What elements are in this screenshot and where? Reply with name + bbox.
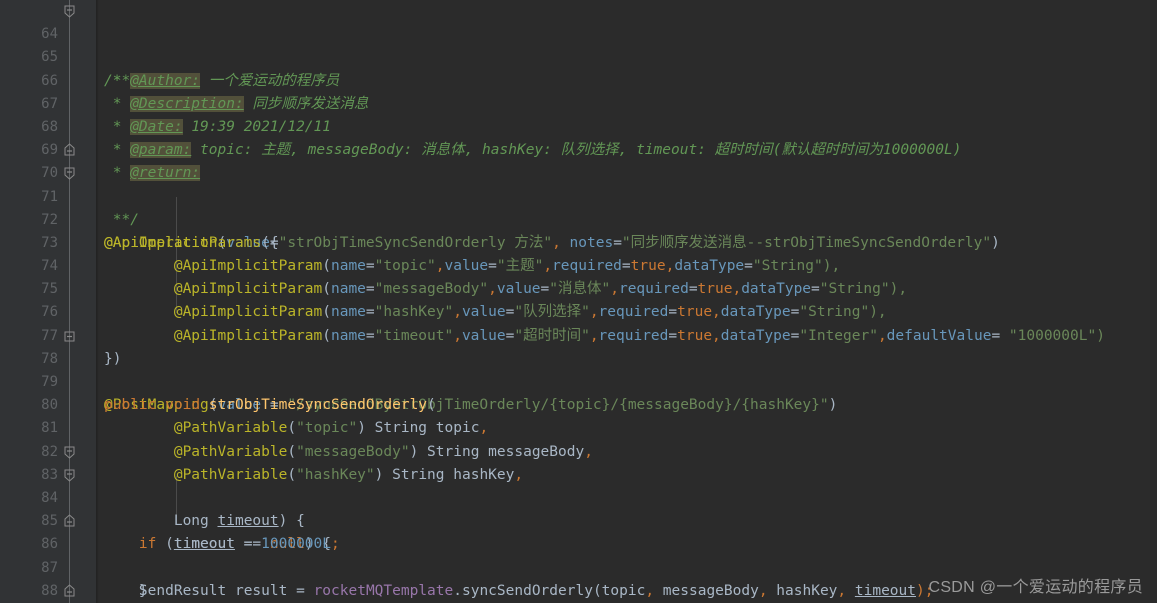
code-line[interactable]: 68 * @param: topic: 主题, messageBody: 消息体… bbox=[0, 93, 1157, 159]
fold-marker-single[interactable] bbox=[62, 329, 77, 344]
fold-marker-end[interactable] bbox=[62, 514, 77, 529]
code-line[interactable]: 81 @PathVariable("messageBody") String m… bbox=[0, 394, 1157, 459]
code-editor[interactable]: 64 /** 65 * @Author: 一个爱运动的程序员 66 * @Des… bbox=[0, 0, 1157, 603]
fold-marker-end[interactable] bbox=[62, 584, 77, 599]
code-line[interactable]: 85 timeout = 1000000L; bbox=[0, 487, 1157, 552]
code-line[interactable]: 75 @ApiImplicitParam(name="hashKey",valu… bbox=[0, 255, 1157, 320]
code-line[interactable]: 72 @ApiImplicitParams({ bbox=[0, 186, 1157, 251]
code-line[interactable]: 87 SendResult result = rocketMQTemplate.… bbox=[0, 533, 1157, 599]
code-line[interactable]: 69 * @return: bbox=[0, 116, 1157, 182]
code-line[interactable]: 77 }) bbox=[0, 301, 1157, 367]
code-line[interactable]: 84 if (timeout == null) { bbox=[0, 464, 1157, 552]
code-line[interactable]: 70 **/ bbox=[0, 139, 1157, 228]
fold-marker-end[interactable] bbox=[62, 445, 77, 460]
code-line[interactable]: 83 Long timeout) { bbox=[0, 441, 1157, 529]
code-line[interactable]: 66 * @Description: 同步顺序发送消息 bbox=[0, 46, 1157, 112]
code-line[interactable]: 76 @ApiImplicitParam(name="timeout",valu… bbox=[0, 278, 1157, 343]
code-line[interactable]: 78 @PostMapping(value = "/syncSendByStrO… bbox=[0, 325, 1157, 413]
code-line[interactable]: 64 /** bbox=[0, 0, 1157, 89]
code-line[interactable]: 73 @ApiImplicitParam(name="topic",value=… bbox=[0, 209, 1157, 274]
code-line[interactable]: 74 @ApiImplicitParam(name="messageBody",… bbox=[0, 232, 1157, 297]
fold-marker-start[interactable] bbox=[62, 4, 77, 19]
code-line[interactable]: 79 public void strObjTimeSyncSendOrderly… bbox=[0, 348, 1157, 413]
code-line[interactable]: 67 * @Date: 19:39 2021/12/11 bbox=[0, 70, 1157, 135]
code-lines: 64 /** 65 * @Author: 一个爱运动的程序员 66 * @Des… bbox=[0, 0, 1157, 603]
code-line[interactable]: 71 @ApiOperation(value="strObjTimeSyncSe… bbox=[0, 162, 1157, 251]
fold-marker-end[interactable] bbox=[62, 143, 77, 158]
code-line[interactable]: 82 @PathVariable("hashKey") String hashK… bbox=[0, 417, 1157, 483]
code-line[interactable]: 86 } bbox=[0, 510, 1157, 599]
fold-marker-start[interactable] bbox=[62, 166, 77, 181]
code-line[interactable]: 65 * @Author: 一个爱运动的程序员 bbox=[0, 23, 1157, 89]
code-line[interactable]: 80 @PathVariable("topic") String topic, bbox=[0, 371, 1157, 436]
fold-marker-start[interactable] bbox=[62, 468, 77, 483]
csdn-watermark: CSDN @一个爱运动的程序员 bbox=[928, 579, 1143, 596]
